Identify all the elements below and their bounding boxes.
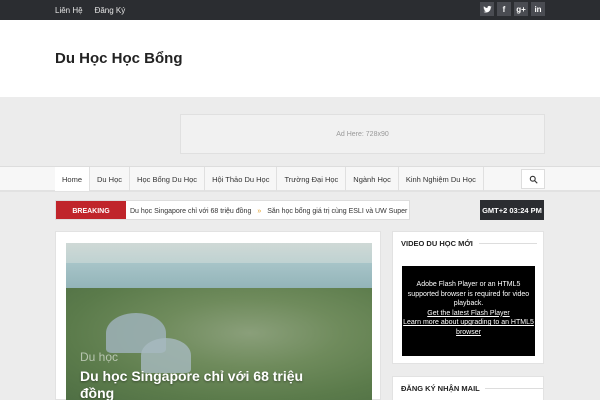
featured-slide[interactable]: Du học Du học Singapore chỉ với 68 triệu…: [66, 243, 372, 400]
featured-category[interactable]: Du học: [80, 350, 118, 364]
top-links: Liên Hệ Đăng Ký: [55, 0, 125, 20]
google-plus-icon[interactable]: g+: [514, 2, 528, 16]
divider: [479, 243, 537, 244]
breaking-label: BREAKING: [56, 201, 126, 219]
html5-upgrade-link[interactable]: Learn more about upgrading to an HTML5 b…: [402, 318, 535, 337]
nav-item-du-hoc[interactable]: Du Học: [90, 167, 131, 191]
search-button[interactable]: [521, 169, 545, 189]
facebook-icon[interactable]: f: [497, 2, 511, 16]
newsletter-widget: ĐĂNG KÝ NHẬN MAIL: [392, 376, 544, 400]
twitter-icon[interactable]: [480, 2, 494, 16]
register-link[interactable]: Đăng Ký: [95, 6, 126, 15]
nav-item-hoi-thao[interactable]: Hội Thảo Du Học: [205, 167, 278, 191]
clock-display: GMT+2 03:24 PM: [480, 200, 544, 220]
main-nav: Home Du Học Học Bổng Du Học Hội Thảo Du …: [0, 166, 600, 192]
site-header: Du Học Học Bổng: [0, 20, 600, 97]
social-links: f g+ in: [480, 2, 545, 16]
linkedin-icon[interactable]: in: [531, 2, 545, 16]
search-icon: [529, 175, 538, 184]
chevron-right-icon: »: [257, 207, 262, 215]
nav-item-nganh-hoc[interactable]: Ngành Học: [346, 167, 399, 191]
widget-title: ĐĂNG KÝ NHẬN MAIL: [401, 384, 480, 393]
site-logo[interactable]: Du Học Học Bổng: [55, 50, 183, 67]
nav-list: Home Du Học Học Bổng Du Học Hội Thảo Du …: [55, 167, 484, 191]
news-ticker: Du học Singapore chỉ với 68 triệu đồng »…: [130, 201, 407, 219]
flash-message: Adobe Flash Player or an HTML5 supported…: [407, 281, 530, 307]
video-widget: VIDEO DU HỌC MỚI Adobe Flash Player or a…: [392, 231, 544, 364]
flash-download-link[interactable]: Get the latest Flash Player: [402, 309, 535, 319]
nav-item-kinh-nghiem[interactable]: Kinh Nghiệm Du Học: [399, 167, 484, 191]
widget-title: VIDEO DU HỌC MỚI: [401, 239, 473, 248]
nav-item-home[interactable]: Home: [55, 167, 91, 191]
breaking-news-bar: BREAKING Du học Singapore chỉ với 68 tri…: [55, 200, 410, 220]
featured-title[interactable]: Du học Singapore chỉ với 68 triệu đồng: [80, 368, 330, 400]
divider: [485, 388, 543, 389]
video-player[interactable]: Adobe Flash Player or an HTML5 supported…: [402, 266, 535, 356]
nav-item-hoc-bong[interactable]: Học Bổng Du Học: [130, 167, 206, 191]
contact-link[interactable]: Liên Hệ: [55, 6, 83, 15]
ad-zone: Ad Here: 728x90: [0, 97, 600, 167]
featured-card: Du học Du học Singapore chỉ với 68 triệu…: [55, 231, 381, 400]
ad-banner[interactable]: Ad Here: 728x90: [180, 114, 545, 154]
nav-item-truong-dai-hoc[interactable]: Trường Đại Học: [277, 167, 347, 191]
ticker-item[interactable]: Săn học bổng giá trị cùng ESLI và UW Sup…: [267, 208, 407, 215]
top-bar: Liên Hệ Đăng Ký f g+ in: [0, 0, 600, 20]
ticker-item[interactable]: Du học Singapore chỉ với 68 triệu đồng: [130, 208, 251, 215]
